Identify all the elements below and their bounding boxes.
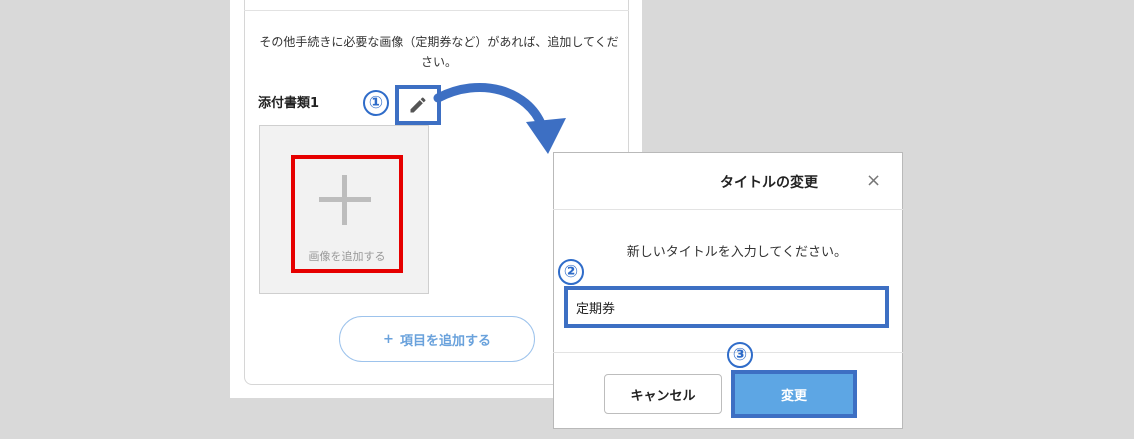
step-1-marker: ①	[363, 90, 389, 116]
add-item-label: 項目を追加する	[399, 333, 491, 349]
dialog-header-divider	[553, 209, 903, 210]
pencil-icon	[410, 97, 426, 113]
add-item-button[interactable]: + 項目を追加する	[339, 316, 535, 362]
flow-arrow	[433, 82, 566, 154]
step-3-marker: ③	[727, 342, 753, 368]
step-2-marker: ②	[558, 259, 584, 285]
plus-small-icon: +	[383, 331, 394, 347]
instruction-text: その他手続きに必要な画像（定期券など）があれば、追加してください。	[259, 35, 619, 69]
close-icon[interactable]: ×	[866, 170, 881, 191]
title-input[interactable]	[564, 286, 889, 328]
change-button[interactable]: 変更	[731, 370, 857, 418]
cancel-button[interactable]: キャンセル	[604, 374, 722, 414]
add-image-label: 画像を追加する	[308, 250, 386, 263]
plus-icon-bar	[319, 197, 371, 202]
attachment-title: 添付書類1	[258, 96, 320, 111]
card-divider	[244, 10, 629, 11]
dialog-message: 新しいタイトルを入力してください。	[626, 245, 847, 260]
dialog-title: タイトルの変更	[720, 175, 818, 191]
